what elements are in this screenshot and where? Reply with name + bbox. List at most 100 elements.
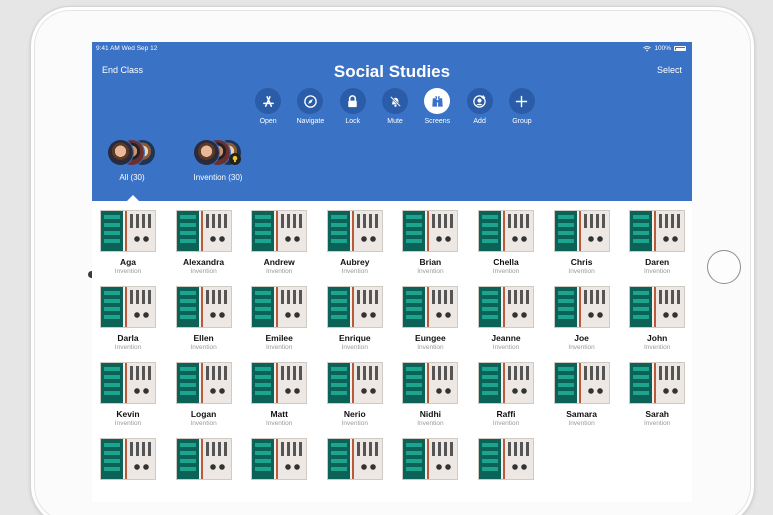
navigate-label: Navigate [296, 118, 325, 125]
student-tile[interactable]: Joe Invention [552, 286, 612, 351]
student-screen-thumbnail[interactable] [402, 210, 459, 252]
open-button[interactable]: Open [247, 88, 289, 125]
student-tile[interactable]: Brian Invention [400, 210, 460, 275]
compass-icon [304, 94, 317, 108]
student-screen-thumbnail[interactable] [629, 286, 686, 328]
student-tile[interactable]: Eungee Invention [400, 286, 460, 351]
navigate-button[interactable]: Navigate [289, 88, 331, 125]
student-tile[interactable] [98, 438, 158, 480]
student-tile[interactable]: Raffi Invention [476, 362, 536, 427]
student-screen-thumbnail[interactable] [402, 286, 459, 328]
student-screen-thumbnail[interactable] [326, 438, 383, 480]
student-screen-thumbnail[interactable] [251, 438, 308, 480]
student-screen-thumbnail[interactable] [629, 362, 686, 404]
student-tile[interactable]: Daren Invention [627, 210, 687, 275]
student-tile[interactable]: Jeanne Invention [476, 286, 536, 351]
home-button[interactable] [707, 250, 741, 284]
student-tile[interactable] [400, 438, 460, 480]
lightbulb-icon [229, 153, 241, 165]
student-screen-thumbnail[interactable] [100, 286, 156, 328]
avatar [107, 139, 134, 166]
student-screen-thumbnail[interactable] [553, 286, 610, 328]
student-screen-thumbnail[interactable] [553, 210, 610, 252]
student-tile[interactable]: Andrew Invention [249, 210, 309, 275]
student-screen-thumbnail[interactable] [478, 286, 534, 328]
student-group-label: Invention [643, 344, 671, 351]
student-name: Chella [493, 257, 519, 267]
group-all[interactable]: All (30) [104, 137, 160, 182]
student-group-label: Invention [190, 344, 217, 351]
student-tile[interactable]: Chella Invention [476, 210, 536, 275]
student-screen-thumbnail[interactable] [100, 362, 156, 404]
student-screen-thumbnail[interactable] [402, 438, 459, 480]
student-tile[interactable]: Darla Invention [98, 286, 158, 351]
student-screen-thumbnail[interactable] [478, 362, 534, 404]
student-name: Kevin [116, 409, 140, 419]
student-tile[interactable]: Samara Invention [552, 362, 612, 427]
group-invention-label: Invention (30) [193, 173, 243, 182]
student-screen-thumbnail[interactable] [100, 438, 156, 480]
student-screen-thumbnail[interactable] [175, 210, 232, 252]
student-tile[interactable] [174, 438, 234, 480]
student-screen-thumbnail[interactable] [478, 210, 534, 252]
student-group-label: Invention [341, 420, 368, 427]
screens-button[interactable]: Screens [416, 88, 458, 125]
student-tile[interactable] [249, 438, 309, 480]
lock-button[interactable]: Lock [332, 88, 374, 125]
select-button[interactable]: Select [657, 65, 682, 75]
group-selector: All (30) Invention (30) [92, 137, 692, 201]
student-screen-thumbnail[interactable] [326, 286, 383, 328]
student-name: Logan [190, 409, 217, 419]
wifi-icon [643, 45, 652, 52]
student-tile[interactable]: Ellen Invention [174, 286, 234, 351]
mute-label: Mute [387, 118, 403, 125]
student-screen-thumbnail[interactable] [326, 362, 383, 404]
student-screen-thumbnail[interactable] [402, 362, 459, 404]
student-screen-thumbnail[interactable] [100, 210, 156, 252]
student-group-label: Invention [643, 420, 671, 427]
student-tile[interactable]: Nerio Invention [325, 362, 385, 427]
student-screen-thumbnail[interactable] [251, 210, 308, 252]
student-tile[interactable]: Kevin Invention [98, 362, 158, 427]
mute-button[interactable]: Mute [374, 88, 416, 125]
student-name: Aubrey [340, 257, 370, 267]
add-person-icon [473, 94, 486, 108]
student-group-label: Invention [492, 420, 520, 427]
student-screen-thumbnail[interactable] [251, 362, 308, 404]
student-screen-thumbnail[interactable] [175, 362, 232, 404]
add-button[interactable]: Add [458, 88, 500, 125]
plus-icon [516, 95, 528, 107]
student-tile[interactable]: Aga Invention [98, 210, 158, 275]
student-tile[interactable]: John Invention [627, 286, 687, 351]
student-tile[interactable]: Logan Invention [174, 362, 234, 427]
student-screen-thumbnail[interactable] [251, 286, 308, 328]
student-screen-thumbnail[interactable] [175, 438, 232, 480]
student-tile[interactable]: Enrique Invention [325, 286, 385, 351]
student-tile[interactable]: Emilee Invention [249, 286, 309, 351]
student-screen-thumbnail[interactable] [553, 362, 610, 404]
student-name: Nidhi [419, 409, 442, 419]
student-tile[interactable]: Matt Invention [249, 362, 309, 427]
student-name: Chris [570, 257, 593, 267]
student-name: Eungee [415, 333, 446, 343]
class-header: 9:41 AM Wed Sep 12 100% End Class Social… [92, 42, 692, 201]
student-tile[interactable]: Alexandra Invention [174, 210, 234, 275]
student-screen-thumbnail[interactable] [629, 210, 686, 252]
student-screen-thumbnail[interactable] [478, 438, 534, 480]
group-invention[interactable]: Invention (30) [185, 137, 251, 182]
student-tile[interactable]: Chris Invention [552, 210, 612, 275]
student-name: Joe [574, 333, 589, 343]
student-tile[interactable] [325, 438, 385, 480]
student-group-label: Invention [568, 420, 595, 427]
student-screen-thumbnail[interactable] [326, 210, 383, 252]
student-tile[interactable]: Sarah Invention [627, 362, 687, 427]
student-tile[interactable]: Nidhi Invention [400, 362, 460, 427]
group-button[interactable]: Group [501, 88, 543, 125]
status-indicators: 100% [643, 45, 686, 52]
student-tile[interactable] [476, 438, 536, 480]
open-label: Open [259, 118, 277, 125]
student-group-label: Invention [643, 268, 671, 275]
student-screen-thumbnail[interactable] [175, 286, 232, 328]
student-name: Raffi [496, 409, 516, 419]
student-tile[interactable]: Aubrey Invention [325, 210, 385, 275]
